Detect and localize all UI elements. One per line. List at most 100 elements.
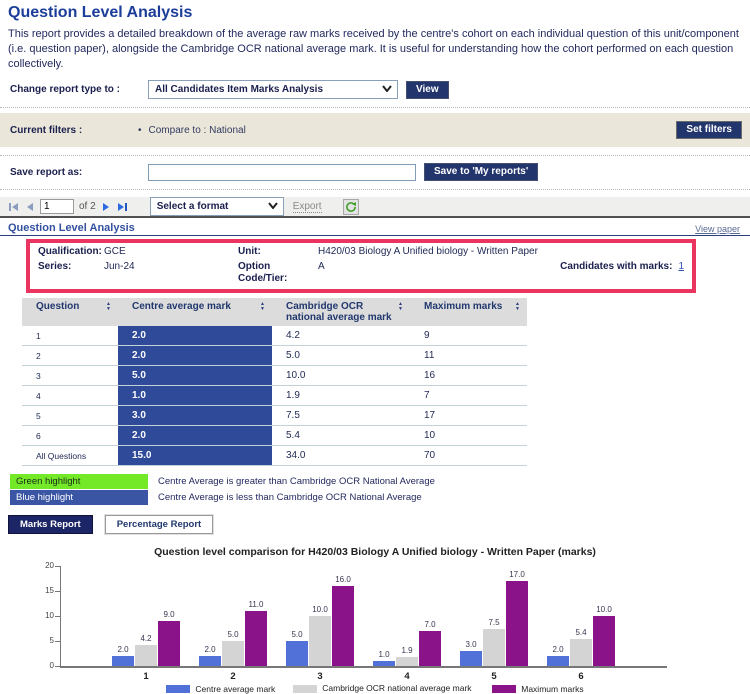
question-cell: 3: [22, 366, 118, 386]
candidates-with-marks-link[interactable]: 1: [678, 261, 684, 272]
column-header-centre-average-mark[interactable]: Centre average mark▲▼: [118, 298, 272, 326]
x-tick-label: 1: [131, 671, 161, 682]
view-paper-link[interactable]: View paper: [695, 224, 740, 234]
bar-maximum-marks-q4: [419, 631, 441, 666]
qualification-label: Qualification:: [38, 246, 104, 258]
bar-cambridge-ocr-national-average-mark-q6: [570, 639, 592, 666]
sort-icon: ▲▼: [106, 302, 111, 312]
centre-average-cell: 1.0: [118, 386, 272, 406]
pagination-toolbar: of 2 Select a format Export: [0, 197, 750, 218]
filter-item-text: Compare to : National: [149, 125, 246, 136]
page-count-label: of 2: [79, 201, 96, 212]
question-cell: 4: [22, 386, 118, 406]
x-tick-label: 6: [566, 671, 596, 682]
y-tick-label: 5: [28, 636, 54, 645]
y-tick-label: 20: [28, 561, 54, 570]
maximum-marks-cell: 70: [410, 446, 527, 466]
bar-centre-average-mark-q2: [199, 656, 221, 666]
export-format-value: Select a format: [157, 201, 229, 212]
maximum-marks-cell: 11: [410, 346, 527, 366]
y-tick: [55, 591, 60, 592]
bar-cambridge-ocr-national-average-mark-q2: [222, 641, 244, 666]
national-average-cell: 1.9: [272, 386, 410, 406]
maximum-marks-cell: 7: [410, 386, 527, 406]
save-report-input[interactable]: [148, 164, 416, 181]
national-average-cell: 5.0: [272, 346, 410, 366]
column-header-question[interactable]: Question▲▼: [22, 298, 118, 326]
centre-average-cell: 3.0: [118, 406, 272, 426]
chevron-down-icon: [268, 201, 278, 212]
bar-chart: 051015202.04.29.012.05.011.025.010.016.0…: [0, 560, 750, 682]
report-type-label: Change report type to :: [10, 84, 148, 95]
x-tick-label: 4: [392, 671, 422, 682]
section-title: Question Level Analysis: [8, 222, 135, 234]
next-page-button[interactable]: [101, 203, 111, 211]
centre-average-cell: 2.0: [118, 426, 272, 446]
report-type-selected-value: All Candidates Item Marks Analysis: [155, 84, 323, 95]
table-row: 22.05.011: [22, 346, 527, 366]
export-link[interactable]: Export: [293, 201, 322, 213]
national-average-cell: 5.4: [272, 426, 410, 446]
y-tick: [55, 566, 60, 567]
view-button[interactable]: View: [406, 81, 449, 99]
legend-label: Centre average mark: [195, 684, 275, 694]
national-average-cell: 10.0: [272, 366, 410, 386]
bar-cambridge-ocr-national-average-mark-q3: [309, 616, 331, 666]
save-report-row: Save report as: Save to 'My reports': [10, 163, 750, 181]
y-tick-label: 15: [28, 586, 54, 595]
first-page-button[interactable]: [7, 203, 20, 211]
save-report-label: Save report as:: [10, 167, 148, 178]
bar-value-label: 17.0: [497, 570, 537, 579]
sort-icon: ▲▼: [398, 302, 403, 312]
question-cell: 5: [22, 406, 118, 426]
chart-legend: Centre average mark Cambridge OCR nationa…: [0, 684, 750, 694]
centre-average-cell: 2.0: [118, 346, 272, 366]
export-format-select[interactable]: Select a format: [150, 197, 284, 216]
page-number-input[interactable]: [40, 199, 74, 214]
section-header-row: Question Level Analysis View paper: [0, 222, 750, 236]
table-row: 35.010.016: [22, 366, 527, 386]
chart-legend-item: Cambridge OCR national average mark: [293, 684, 474, 693]
percentage-report-button[interactable]: Percentage Report: [105, 515, 213, 534]
unit-value: H420/03 Biology A Unified biology - Writ…: [318, 246, 684, 258]
divider: [0, 189, 750, 190]
marks-report-button[interactable]: Marks Report: [8, 515, 93, 534]
bar-maximum-marks-q2: [245, 611, 267, 666]
legend-swatch: [293, 685, 317, 693]
y-tick: [55, 641, 60, 642]
centre-average-cell: 15.0: [118, 446, 272, 466]
highlight-legend-description: Centre Average is greater than Cambridge…: [148, 474, 435, 489]
bar-value-label: 10.0: [584, 605, 624, 614]
column-header-cambridge-ocr-national-average-mark[interactable]: Cambridge OCR national average mark▲▼: [272, 298, 410, 326]
series-value: Jun-24: [104, 261, 238, 285]
divider: [0, 107, 750, 108]
chart-legend-item: Maximum marks: [492, 684, 583, 694]
candidates-with-marks-label: Candidates with marks:: [560, 261, 672, 272]
bar-centre-average-mark-q1: [112, 656, 134, 666]
qla-table-body: 12.04.2922.05.01135.010.01641.01.9753.07…: [22, 326, 527, 466]
maximum-marks-cell: 17: [410, 406, 527, 426]
page-description: This report provides a detailed breakdow…: [8, 27, 742, 72]
green-highlight-swatch: Green highlight: [10, 474, 148, 489]
column-header-maximum-marks[interactable]: Maximum marks▲▼: [410, 298, 527, 326]
y-tick-label: 10: [28, 611, 54, 620]
save-to-my-reports-button[interactable]: Save to 'My reports': [424, 163, 538, 181]
bar-cambridge-ocr-national-average-mark-q1: [135, 645, 157, 666]
highlight-legend: Green highlightCentre Average is greater…: [10, 474, 750, 505]
legend-label: Maximum marks: [521, 684, 583, 694]
blue-highlight-swatch: Blue highlight: [10, 490, 148, 505]
report-type-select[interactable]: All Candidates Item Marks Analysis: [148, 80, 398, 99]
bar-value-label: 16.0: [323, 575, 363, 584]
report-info-panel: Qualification: GCE Unit: H420/03 Biology…: [38, 246, 684, 285]
current-filters-bar: Current filters : • Compare to : Nationa…: [0, 113, 750, 147]
highlight-legend-description: Centre Average is less than Cambridge OC…: [148, 490, 422, 505]
last-page-button[interactable]: [116, 203, 129, 211]
chart-title: Question level comparison for H420/03 Bi…: [0, 546, 750, 558]
previous-page-button[interactable]: [25, 203, 35, 211]
refresh-icon[interactable]: [343, 199, 359, 215]
table-row: 62.05.410: [22, 426, 527, 446]
bullet-icon: •: [138, 125, 142, 136]
table-row: 53.07.517: [22, 406, 527, 426]
bar-centre-average-mark-q6: [547, 656, 569, 666]
set-filters-button[interactable]: Set filters: [676, 121, 742, 139]
